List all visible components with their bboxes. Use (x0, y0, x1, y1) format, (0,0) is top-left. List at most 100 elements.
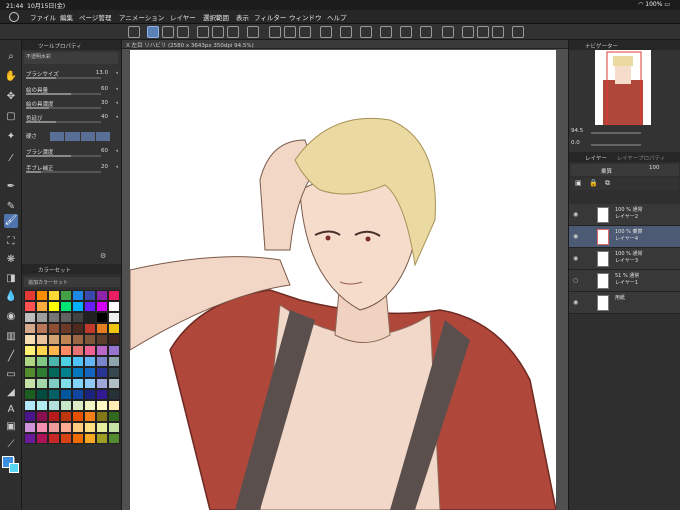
color-swatch[interactable] (96, 345, 108, 356)
wrench-icon[interactable]: ⚙ (100, 252, 106, 260)
share-icon[interactable] (212, 26, 224, 38)
menu-help[interactable]: ヘルプ (327, 12, 347, 22)
grid-icon[interactable] (420, 26, 432, 38)
color-swatch[interactable] (36, 323, 48, 334)
color-swatch[interactable] (48, 312, 60, 323)
color-swatch[interactable] (48, 345, 60, 356)
color-swatch[interactable] (72, 422, 84, 433)
color-swatch[interactable] (84, 411, 96, 422)
layout-2-icon[interactable] (477, 26, 489, 38)
visibility-eye-icon[interactable]: ◉ (573, 299, 578, 306)
color-swatch[interactable] (24, 433, 36, 444)
transform-icon[interactable] (360, 26, 372, 38)
color-swatch[interactable] (60, 323, 72, 334)
color-swatch[interactable] (84, 301, 96, 312)
color-swatch[interactable] (24, 312, 36, 323)
correct-line-icon[interactable]: ⟋ (4, 438, 18, 452)
color-swatch[interactable] (84, 290, 96, 301)
undo-icon[interactable] (269, 26, 281, 38)
color-swatch[interactable] (72, 389, 84, 400)
color-swatch[interactable] (48, 301, 60, 312)
color-swatch[interactable] (60, 400, 72, 411)
rotate-row[interactable]: 0.0 (571, 140, 679, 150)
color-swatch[interactable] (108, 334, 120, 345)
color-swatch[interactable] (96, 323, 108, 334)
color-swatch[interactable] (96, 378, 108, 389)
color-swatch[interactable] (24, 411, 36, 422)
ruler-icon[interactable] (442, 26, 454, 38)
menu-layer[interactable]: レイヤー (170, 12, 196, 22)
color-swatch[interactable] (108, 422, 120, 433)
color-swatch[interactable] (84, 378, 96, 389)
frame-icon[interactable]: ▭ (4, 368, 18, 382)
color-swatch[interactable] (36, 422, 48, 433)
color-swatch[interactable] (108, 301, 120, 312)
color-swatch[interactable] (60, 301, 72, 312)
color-swatch[interactable] (72, 345, 84, 356)
color-swatch[interactable] (48, 323, 60, 334)
color-swatch[interactable] (72, 290, 84, 301)
color-swatch[interactable] (72, 301, 84, 312)
zoom-row[interactable]: 94.5 (571, 128, 679, 138)
prop-paint-amount[interactable]: 絵の具量 60 ◂ (26, 86, 118, 96)
color-swatch[interactable] (108, 411, 120, 422)
fill-tool-icon[interactable]: ◉ (4, 310, 18, 324)
hardness-steps[interactable] (50, 132, 110, 141)
blend-mode-select[interactable]: 乗算 (571, 164, 679, 176)
color-swatch[interactable] (96, 334, 108, 345)
color-swatch[interactable] (108, 356, 120, 367)
color-swatch[interactable] (60, 356, 72, 367)
pen-tool-icon[interactable]: ✒ (4, 180, 18, 194)
color-swatch[interactable] (96, 312, 108, 323)
canvas-tab[interactable]: X 左目 リハビリ (2580 x 3643px 350dpi 94.5%) (122, 40, 568, 49)
color-swatch[interactable] (84, 356, 96, 367)
color-swatch[interactable] (36, 345, 48, 356)
prop-brush-density[interactable]: ブラシ濃度 60 ◂ (26, 148, 118, 158)
stepper-icon[interactable]: ◂ (115, 100, 118, 106)
color-swatch[interactable] (36, 334, 48, 345)
balloon-icon[interactable]: ▣ (4, 420, 18, 434)
stepper-icon[interactable]: ◂ (115, 164, 118, 170)
visibility-eye-icon[interactable]: ◉ (573, 211, 578, 218)
color-swatch[interactable] (72, 356, 84, 367)
color-swatch[interactable] (72, 378, 84, 389)
color-swatch[interactable] (48, 356, 60, 367)
color-swatch[interactable] (60, 334, 72, 345)
eyedropper-icon[interactable]: ⁄ (4, 152, 18, 166)
color-swatch[interactable] (48, 367, 60, 378)
sub-color-swatch[interactable] (9, 463, 19, 473)
color-swatch[interactable] (84, 323, 96, 334)
color-swatch[interactable] (72, 433, 84, 444)
clip-icon[interactable]: ⧉ (605, 179, 610, 188)
color-set-select[interactable]: 追加カラーセット (24, 277, 120, 287)
visibility-eye-icon[interactable]: ◉ (573, 233, 578, 240)
menu-view[interactable]: 表示 (236, 12, 249, 22)
layer-row[interactable]: ◉ 100 % 通常 レイヤー2 (569, 204, 680, 226)
color-swatch[interactable] (96, 433, 108, 444)
color-swatch[interactable] (108, 400, 120, 411)
figure-icon[interactable]: ╱ (4, 350, 18, 364)
color-swatch[interactable] (72, 323, 84, 334)
color-swatch[interactable] (72, 334, 84, 345)
eraser-icon[interactable]: ◨ (4, 272, 18, 286)
deselect-icon[interactable] (380, 26, 392, 38)
zoom-slider[interactable] (591, 132, 641, 134)
color-swatch[interactable] (24, 356, 36, 367)
color-swatch[interactable] (24, 422, 36, 433)
color-swatch[interactable] (108, 433, 120, 444)
drawing-canvas[interactable] (130, 50, 556, 510)
color-swatch[interactable] (108, 389, 120, 400)
color-swatch[interactable] (48, 389, 60, 400)
gradient-icon[interactable]: ▥ (4, 330, 18, 344)
color-swatch[interactable] (48, 400, 60, 411)
color-swatch[interactable] (36, 411, 48, 422)
text-tool-icon[interactable]: A (4, 403, 18, 417)
color-swatch[interactable] (108, 323, 120, 334)
color-swatch[interactable] (60, 378, 72, 389)
color-swatch[interactable] (48, 378, 60, 389)
clear-icon[interactable] (299, 26, 311, 38)
color-swatch[interactable] (48, 422, 60, 433)
magic-wand-icon[interactable]: ✦ (4, 130, 18, 144)
color-swatch[interactable] (60, 345, 72, 356)
layer-opacity[interactable]: 100 (649, 165, 660, 171)
